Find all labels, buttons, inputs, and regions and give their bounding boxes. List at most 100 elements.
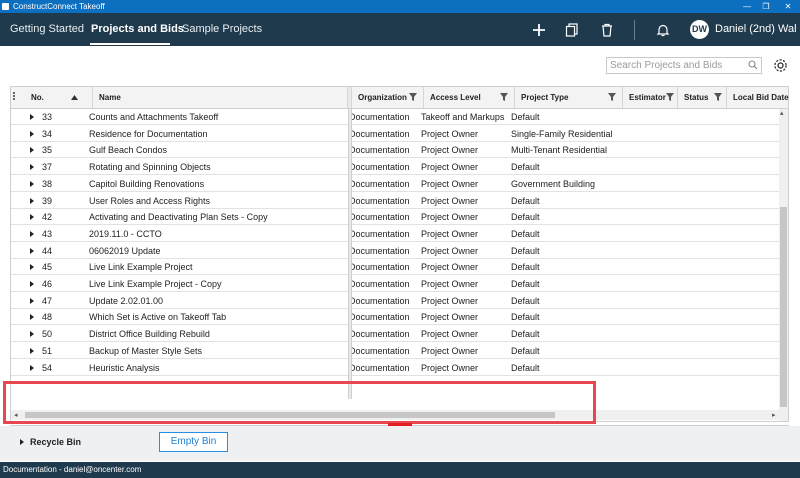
table-row[interactable]: 37 Rotating and Spinning Objects Documenta… <box>11 159 779 176</box>
user-name[interactable]: Daniel (2nd) Wal <box>715 23 797 35</box>
empty-bin-button[interactable]: Empty Bin <box>159 432 228 452</box>
expand-row-icon[interactable] <box>30 197 34 204</box>
table-row[interactable]: 43 2019.11.0 - CCTO Documentation Project O… <box>11 226 779 242</box>
table-row[interactable]: 34 Residence for Documentation Documentati… <box>11 126 779 142</box>
grid-header: No. Name Organization Access Level Proje… <box>11 87 789 109</box>
organization: Documentation <box>349 312 410 323</box>
table-row[interactable]: 48 Which Set is Active on Takeoff Tab Docu… <box>11 309 779 326</box>
column-chooser-handle[interactable] <box>13 92 15 102</box>
tab-projects-and-bids[interactable]: Projects and Bids <box>91 23 184 35</box>
table-row[interactable]: 33 Counts and Attachments Takeoff Document… <box>11 109 779 125</box>
access-level: Project Owner <box>421 279 479 289</box>
column-label-estimator: Estimator <box>629 93 666 102</box>
project-type: Default <box>511 212 540 223</box>
project-name: Update 2.02.01.00 <box>89 295 164 306</box>
project-type: Default <box>511 279 540 289</box>
expand-row-icon[interactable] <box>30 281 34 287</box>
expand-row-icon[interactable] <box>30 314 34 321</box>
expand-row-icon[interactable] <box>30 364 34 371</box>
top-nav: Getting Started Projects and Bids Sample… <box>0 13 800 46</box>
organization: Documentation <box>349 145 410 156</box>
close-window-button[interactable]: ✕ <box>779 0 797 13</box>
scroll-up-icon[interactable]: ▴ <box>780 109 784 117</box>
table-row[interactable]: 35 Gulf Beach Condos Documentation Project … <box>11 142 779 159</box>
recycle-bin-label[interactable]: Recycle Bin <box>30 437 81 447</box>
table-row[interactable]: 42 Activating and Deactivating Plan Sets … <box>11 209 779 226</box>
add-icon[interactable] <box>528 19 550 41</box>
expand-row-icon[interactable] <box>30 264 34 271</box>
project-name: 2019.11.0 - CCTO <box>89 228 162 239</box>
row-number: 37 <box>42 162 53 173</box>
sort-ascending-icon[interactable] <box>71 95 78 100</box>
organization: Documentation <box>349 162 410 173</box>
project-name: Residence for Documentation <box>89 128 208 139</box>
organization: Documentation <box>349 195 410 206</box>
table-row[interactable]: 50 District Office Building Rebuild Docume… <box>11 326 779 343</box>
access-level: Project Owner <box>421 145 479 156</box>
table-row[interactable]: 51 Backup of Master Style Sets Documentati… <box>11 343 779 359</box>
search-input[interactable] <box>607 58 742 73</box>
filter-icon[interactable] <box>409 93 417 101</box>
tab-sample-projects[interactable]: Sample Projects <box>182 23 262 35</box>
project-name: Activating and Deactivating Plan Sets - … <box>89 212 268 223</box>
bell-icon[interactable] <box>652 19 674 41</box>
project-type: Default <box>511 195 540 206</box>
table-row[interactable]: 45 Live Link Example Project Documentation… <box>11 259 779 276</box>
project-name: Backup of Master Style Sets <box>89 345 203 356</box>
search-box[interactable] <box>606 57 762 74</box>
column-header-name[interactable]: Name <box>93 87 348 108</box>
project-type: Default <box>511 228 540 239</box>
gear-icon[interactable] <box>772 57 789 74</box>
avatar[interactable]: DW <box>690 20 709 39</box>
copy-icon[interactable] <box>561 19 583 41</box>
table-row[interactable]: 44 06062019 Update Documentation Project Ow… <box>11 243 779 259</box>
nav-divider <box>634 20 635 40</box>
scroll-right-icon[interactable]: ▸ <box>772 411 776 419</box>
expand-row-icon[interactable] <box>30 147 34 154</box>
maximize-button[interactable]: ❐ <box>757 0 775 13</box>
table-row[interactable]: 38 Capitol Building Renovations Documentat… <box>11 176 779 192</box>
expand-caret-icon[interactable] <box>20 439 24 445</box>
delete-icon[interactable] <box>596 19 618 41</box>
expand-row-icon[interactable] <box>30 180 34 187</box>
expand-row-icon[interactable] <box>30 230 34 237</box>
row-number: 54 <box>42 362 53 373</box>
project-name: Rotating and Spinning Objects <box>89 162 211 173</box>
project-type: Default <box>511 312 540 323</box>
access-level: Project Owner <box>421 195 479 206</box>
expand-row-icon[interactable] <box>30 331 34 338</box>
row-number: 34 <box>42 128 53 139</box>
vertical-scroll-thumb[interactable] <box>780 207 787 407</box>
expand-row-icon[interactable] <box>30 297 34 304</box>
expand-row-icon[interactable] <box>30 214 34 221</box>
tab-getting-started[interactable]: Getting Started <box>10 23 84 35</box>
table-row[interactable]: 46 Live Link Example Project - Copy Docume… <box>11 276 779 292</box>
filter-icon[interactable] <box>714 93 722 101</box>
row-number: 33 <box>42 112 53 122</box>
filter-icon[interactable] <box>666 93 674 101</box>
active-tab-indicator <box>90 43 170 45</box>
table-row[interactable]: 54 Heuristic Analysis Documentation Project… <box>11 360 779 376</box>
table-row[interactable]: 39 User Roles and Access Rights Documentat… <box>11 193 779 209</box>
vertical-scrollbar[interactable]: ▴ <box>779 109 788 421</box>
column-header-local-bid-date[interactable]: Local Bid Date <box>727 87 789 108</box>
expand-row-icon[interactable] <box>30 347 34 354</box>
filter-icon[interactable] <box>500 93 508 101</box>
column-header-no[interactable]: No. <box>25 87 93 108</box>
search-icon[interactable] <box>748 60 758 73</box>
access-level: Project Owner <box>421 362 479 373</box>
project-name: Gulf Beach Condos <box>89 145 168 156</box>
expand-row-icon[interactable] <box>30 130 34 137</box>
table-row[interactable]: 47 Update 2.02.01.00 Documentation Project … <box>11 293 779 309</box>
minimize-button[interactable]: — <box>738 0 756 13</box>
project-name: Which Set is Active on Takeoff Tab <box>89 312 227 323</box>
row-number: 42 <box>42 212 53 223</box>
grid-body: 33 Counts and Attachments Takeoff Document… <box>11 109 779 399</box>
expand-row-icon[interactable] <box>30 114 34 120</box>
column-header-project-type[interactable]: Project Type <box>515 87 623 108</box>
column-label-project-type: Project Type <box>521 93 569 102</box>
expand-row-icon[interactable] <box>30 247 34 254</box>
filter-icon[interactable] <box>608 93 616 101</box>
access-level: Project Owner <box>421 128 479 139</box>
expand-row-icon[interactable] <box>30 164 34 171</box>
